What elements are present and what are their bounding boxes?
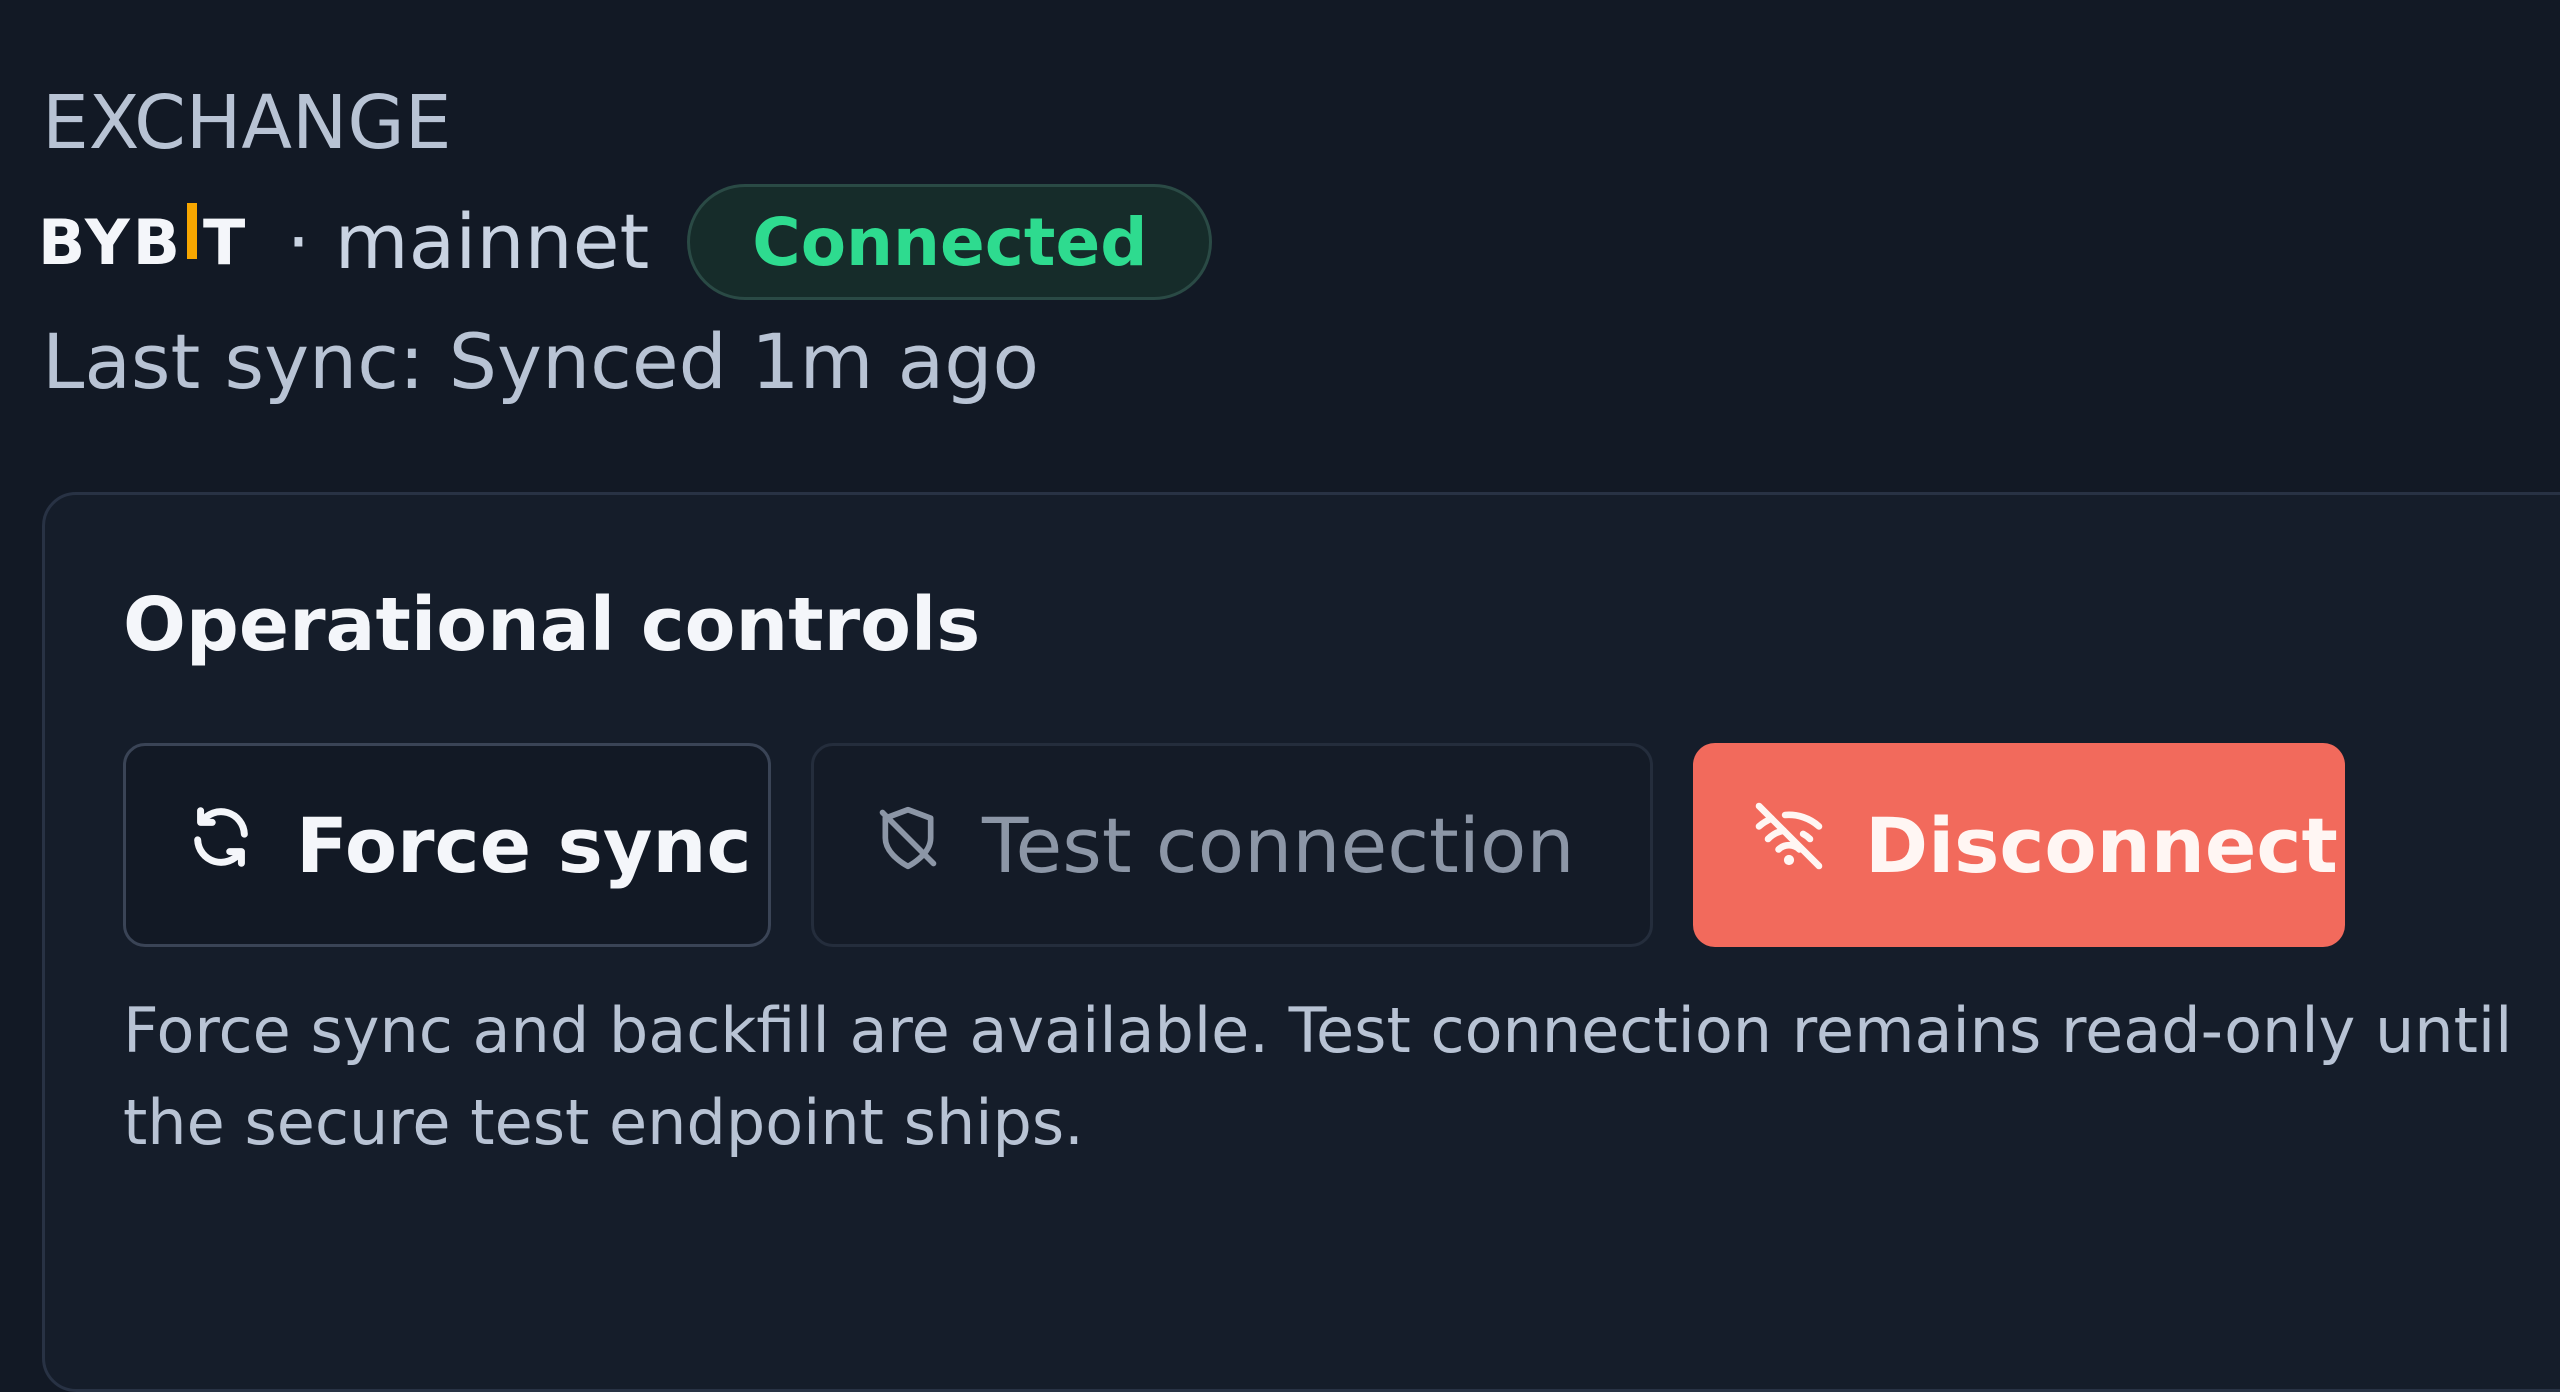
bybit-logo: BYB T <box>38 180 248 304</box>
exchange-row: BYB T · mainnet Connected <box>38 180 1213 304</box>
logo-text-end: T <box>203 205 249 279</box>
disconnect-button[interactable]: Disconnect <box>1693 743 2345 947</box>
panel-title: Operational controls <box>123 582 981 668</box>
force-sync-label: Force sync <box>296 800 752 890</box>
wifi-off-icon <box>1753 800 1825 890</box>
force-sync-button[interactable]: Force sync <box>123 743 771 947</box>
disconnect-label: Disconnect <box>1865 800 2338 890</box>
status-badge-label: Connected <box>752 203 1148 281</box>
logo-accent-bar <box>187 203 198 259</box>
logo-text-start: BYB <box>38 205 184 279</box>
status-badge: Connected <box>687 184 1213 300</box>
section-label: EXCHANGE <box>42 80 452 166</box>
network-label: · mainnet <box>286 197 650 286</box>
operational-controls-panel: Operational controls Force sync Test con… <box>42 492 2560 1392</box>
controls-hint-text: Force sync and backfill are available. T… <box>123 994 2513 1159</box>
shield-off-icon <box>874 801 942 890</box>
last-sync-text: Last sync: Synced 1m ago <box>42 317 1039 406</box>
test-connection-button[interactable]: Test connection <box>811 743 1653 947</box>
controls-row: Force sync Test connection Disconnect <box>123 743 2345 947</box>
refresh-icon <box>186 801 256 890</box>
test-connection-label: Test connection <box>982 800 1575 890</box>
